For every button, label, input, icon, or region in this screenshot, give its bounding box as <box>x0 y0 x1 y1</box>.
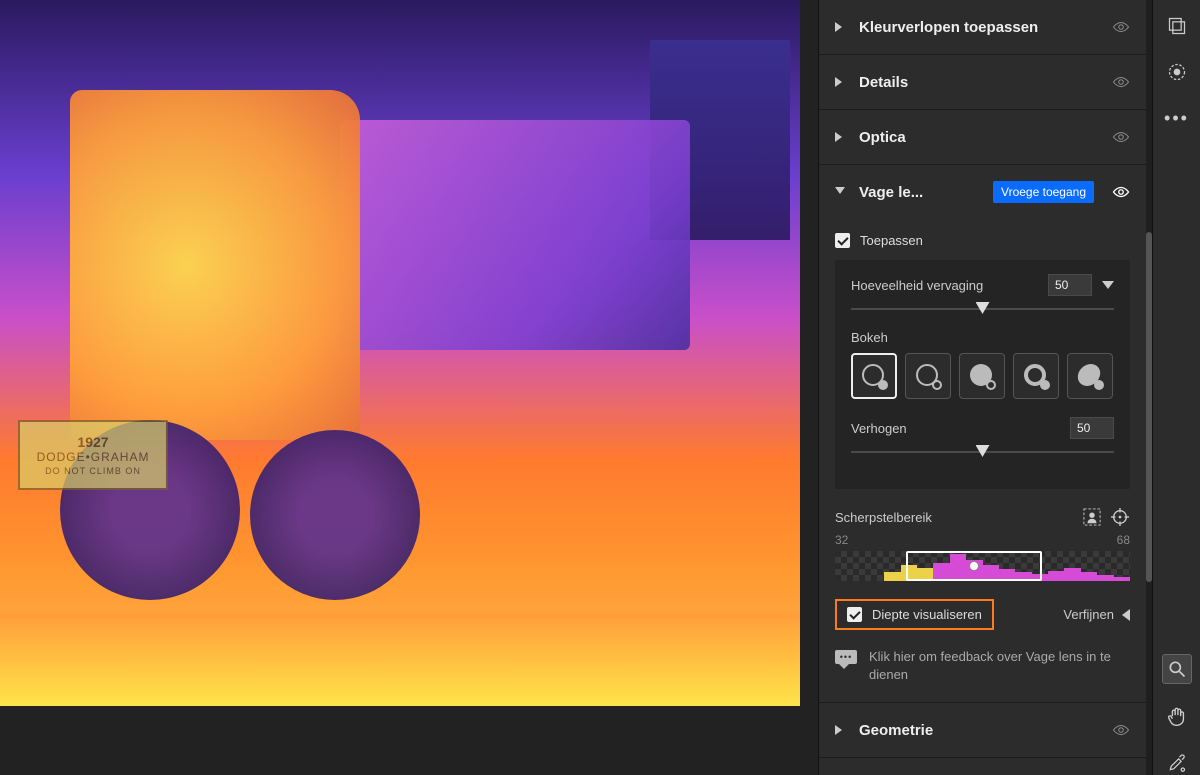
triangle-down-icon[interactable] <box>1102 281 1114 289</box>
chevron-right-icon <box>835 22 845 32</box>
vehicle-plate: 1927 DODGE•GRAHAM DO NOT CLIMB ON <box>18 420 168 490</box>
focus-range-max: 68 <box>1117 533 1130 547</box>
section-gradients-title: Kleurverlopen toepassen <box>859 19 1104 36</box>
panel-scrollbar[interactable] <box>1146 0 1152 775</box>
section-geometry-title: Geometrie <box>859 722 1104 739</box>
early-access-badge: Vroege toegang <box>993 181 1094 203</box>
eye-icon[interactable] <box>1112 76 1130 88</box>
chevron-down-icon <box>835 187 845 197</box>
depth-shape-truck-cab <box>70 90 360 440</box>
eye-icon[interactable] <box>1112 21 1130 33</box>
select-subject-icon[interactable] <box>1082 507 1102 527</box>
bokeh-shape-2[interactable] <box>905 353 951 399</box>
focus-range-strip[interactable] <box>835 551 1130 581</box>
plate-warning: DO NOT CLIMB ON <box>45 466 141 476</box>
plate-brand: DODGE•GRAHAM <box>37 450 150 464</box>
bokeh-label: Bokeh <box>851 330 1114 345</box>
chevron-right-icon <box>835 725 845 735</box>
chevron-right-icon <box>835 132 845 142</box>
visualise-depth-highlight: Diepte visualiseren <box>835 599 994 630</box>
visualise-depth-label: Diepte visualiseren <box>872 607 982 622</box>
bokeh-shape-4[interactable] <box>1013 353 1059 399</box>
bokeh-shape-row <box>851 353 1114 399</box>
section-gradients[interactable]: Kleurverlopen toepassen <box>819 0 1146 54</box>
hand-tool-icon[interactable] <box>1165 705 1189 729</box>
section-geometry[interactable]: Geometrie <box>819 703 1146 757</box>
bokeh-shape-3[interactable] <box>959 353 1005 399</box>
triangle-left-icon <box>1122 609 1130 621</box>
chevron-right-icon <box>835 77 845 87</box>
depth-shape-wheel-rear <box>250 430 420 600</box>
section-lens-blur-title: Vage le... <box>859 184 993 201</box>
boost-slider[interactable] <box>851 445 1114 459</box>
more-icon[interactable]: ••• <box>1165 106 1189 130</box>
lens-blur-controls: Hoeveelheid vervaging 50 Bokeh <box>835 260 1130 489</box>
bokeh-shape-1[interactable] <box>851 353 897 399</box>
blur-amount-slider[interactable] <box>851 302 1114 316</box>
editor-canvas[interactable]: 1927 DODGE•GRAHAM DO NOT CLIMB ON <box>0 0 818 775</box>
mask-icon[interactable] <box>1165 60 1189 84</box>
tool-strip: ••• <box>1152 0 1200 775</box>
section-lens-blur[interactable]: Vage le... Vroege toegang <box>819 165 1146 219</box>
section-optics[interactable]: Optica <box>819 110 1146 164</box>
eye-icon[interactable] <box>1112 131 1130 143</box>
focus-range-label: Scherpstelbereik <box>835 510 1074 525</box>
focus-range-min: 32 <box>835 533 848 547</box>
scrollbar-thumb[interactable] <box>1146 232 1152 582</box>
depth-preview[interactable]: 1927 DODGE•GRAHAM DO NOT CLIMB ON <box>0 0 800 706</box>
focus-target-icon[interactable] <box>1110 507 1130 527</box>
feedback-text: Klik hier om feedback over Vage lens in … <box>869 648 1130 684</box>
eye-icon[interactable] <box>1112 724 1130 736</box>
speech-bubble-icon <box>835 650 857 668</box>
lens-blur-body: Toepassen Hoeveelheid vervaging 50 <box>819 219 1146 702</box>
section-details[interactable]: Details <box>819 55 1146 109</box>
visualise-depth-checkbox[interactable] <box>847 607 862 622</box>
boost-label: Verhogen <box>851 421 1070 436</box>
bokeh-shape-5[interactable] <box>1067 353 1113 399</box>
refine-button[interactable]: Verfijnen <box>1063 607 1130 622</box>
eye-icon[interactable] <box>1112 186 1130 198</box>
plate-year: 1927 <box>77 434 108 450</box>
layers-icon[interactable] <box>1165 14 1189 38</box>
depth-shape-truck-bed <box>340 120 690 350</box>
boost-value[interactable]: 50 <box>1070 417 1114 439</box>
section-details-title: Details <box>859 74 1104 91</box>
blur-amount-label: Hoeveelheid vervaging <box>851 278 1048 293</box>
edit-panel: Kleurverlopen toepassen Details Optica <box>818 0 1152 775</box>
focus-range-pin[interactable] <box>969 561 979 571</box>
feedback-link[interactable]: Klik hier om feedback over Vage lens in … <box>835 648 1130 684</box>
section-optics-title: Optica <box>859 129 1104 146</box>
zoom-tool-icon[interactable] <box>1163 655 1191 683</box>
refine-label: Verfijnen <box>1063 607 1114 622</box>
eyedropper-tool-icon[interactable] <box>1165 751 1189 775</box>
apply-label: Toepassen <box>860 233 923 248</box>
apply-checkbox[interactable] <box>835 233 850 248</box>
blur-amount-value[interactable]: 50 <box>1048 274 1092 296</box>
